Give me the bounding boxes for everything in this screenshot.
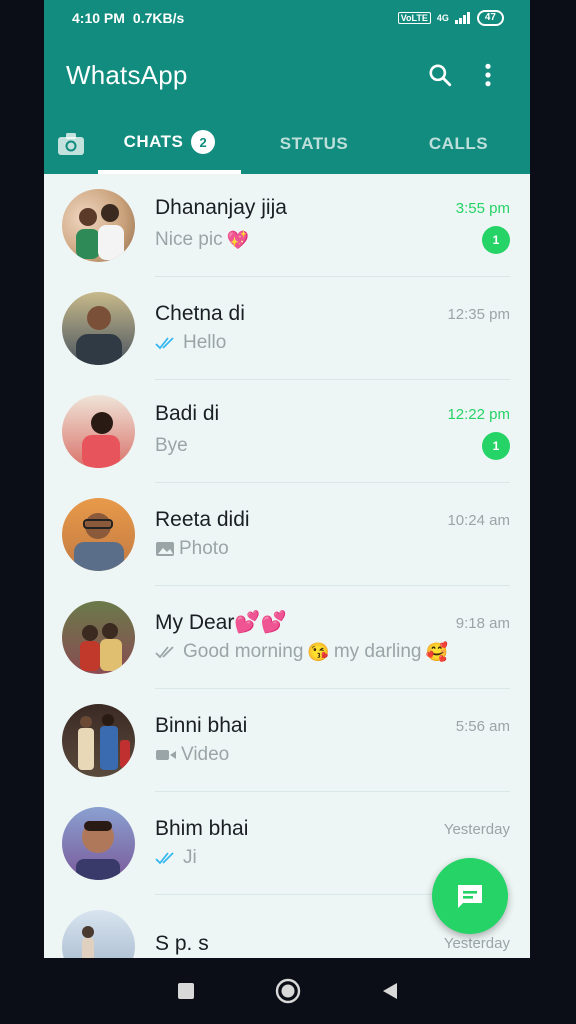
chat-name: My Dear💕💕 xyxy=(155,611,287,634)
chat-preview-text: Bye xyxy=(155,435,188,456)
chat-row[interactable]: Chetna di 12:35 pm Hello xyxy=(44,277,530,380)
avatar-photo-icon xyxy=(76,204,124,260)
avatar[interactable] xyxy=(62,704,135,777)
chats-count-badge: 2 xyxy=(191,130,216,154)
unread-badge: 1 xyxy=(482,226,510,254)
home-button[interactable] xyxy=(275,978,301,1004)
status-time: 4:10 PM xyxy=(72,10,125,26)
chat-preview-text-b: my darling xyxy=(333,641,422,662)
chat-time: 12:35 pm xyxy=(447,305,510,323)
chat-time: 5:56 am xyxy=(455,717,510,735)
avatar[interactable] xyxy=(62,189,135,262)
chat-preview: Video xyxy=(155,744,510,766)
recents-button[interactable] xyxy=(177,982,195,1000)
chat-preview: Nice pic 💖 xyxy=(155,229,482,251)
tab-chats-label: CHATS xyxy=(123,132,184,151)
chat-time: 3:55 pm xyxy=(455,199,510,217)
tab-camera[interactable] xyxy=(44,114,98,174)
whatsapp-screen: 4:10 PM 0.7KB/s VoLTE 4G 47 WhatsApp CHA… xyxy=(44,0,530,958)
tab-calls-label: CALLS xyxy=(428,134,489,153)
chat-preview-text: Nice pic xyxy=(155,229,223,250)
avatar[interactable] xyxy=(62,292,135,365)
chat-row[interactable]: My Dear💕💕 9:18 am Good morning 😘 my darli… xyxy=(44,586,530,689)
double-tick-read-icon xyxy=(155,337,174,350)
chat-time: 9:18 am xyxy=(455,614,510,632)
volte-icon: VoLTE xyxy=(397,12,431,24)
tab-status[interactable]: STATUS xyxy=(241,114,387,174)
chat-preview: Hello xyxy=(155,332,510,354)
more-options-icon[interactable] xyxy=(468,55,508,95)
avatar-photo-icon xyxy=(76,306,122,365)
chat-name: Dhananjay jija xyxy=(155,196,287,219)
hearts-face-emoji-icon: 🥰 xyxy=(425,641,448,662)
chat-name: Chetna di xyxy=(155,302,245,325)
double-tick-read-icon xyxy=(155,852,174,865)
tab-calls[interactable]: CALLS xyxy=(387,114,530,174)
avatar-photo-icon xyxy=(80,623,122,671)
chat-preview: Bye xyxy=(155,435,482,457)
chat-preview: Photo xyxy=(155,538,510,560)
chat-row[interactable]: Dhananjay jija 3:55 pm Nice pic 💖 1 xyxy=(44,174,530,277)
chat-time: 12:22 pm xyxy=(447,405,510,423)
chat-time: 10:24 am xyxy=(447,511,510,529)
network-type: 4G xyxy=(436,13,449,23)
chat-time: Yesterday xyxy=(443,820,510,838)
avatar-photo-icon xyxy=(74,513,124,571)
avatar-photo-icon xyxy=(82,926,94,958)
chat-preview-text: Ji xyxy=(183,847,197,868)
chat-name: Bhim bhai xyxy=(155,817,249,840)
tab-chats[interactable]: CHATS 2 xyxy=(98,114,241,174)
system-nav-bar xyxy=(0,958,576,1024)
avatar-photo-icon xyxy=(76,821,120,880)
chat-preview-text: Video xyxy=(181,744,230,765)
chat-row[interactable]: Binni bhai 5:56 am Video xyxy=(44,689,530,792)
camera-icon xyxy=(58,133,84,155)
unread-badge: 1 xyxy=(482,432,510,460)
chat-row[interactable]: Badi di 12:22 pm Bye 1 xyxy=(44,380,530,483)
search-icon[interactable] xyxy=(420,55,460,95)
app-title: WhatsApp xyxy=(66,59,188,90)
chat-preview: Good morning 😘 my darling 🥰 xyxy=(155,641,510,663)
chat-name: Binni bhai xyxy=(155,714,248,737)
status-bar: 4:10 PM 0.7KB/s VoLTE 4G 47 xyxy=(44,0,530,36)
avatar-photo-icon xyxy=(78,714,130,770)
chat-name: Reeta didi xyxy=(155,508,250,531)
chat-name: Badi di xyxy=(155,402,220,425)
chat-time: Yesterday xyxy=(443,935,510,952)
tab-bar: CHATS 2 STATUS CALLS xyxy=(44,114,530,174)
avatar[interactable] xyxy=(62,910,135,958)
chat-preview-text: Hello xyxy=(183,332,227,353)
chat-preview-text-a: Good morning xyxy=(183,641,304,662)
avatar[interactable] xyxy=(62,601,135,674)
app-bar: WhatsApp xyxy=(44,36,530,114)
tab-status-label: STATUS xyxy=(279,134,349,153)
signal-icon xyxy=(454,12,470,24)
avatar[interactable] xyxy=(62,807,135,880)
heart-emoji-icon: 💖 xyxy=(226,229,249,250)
avatar-photo-icon xyxy=(82,412,120,468)
back-button[interactable] xyxy=(381,981,399,1001)
chat-list: Dhananjay jija 3:55 pm Nice pic 💖 1 Chetn… xyxy=(44,174,530,958)
network-speed: 0.7KB/s xyxy=(132,10,185,26)
new-chat-button[interactable] xyxy=(432,858,508,934)
avatar[interactable] xyxy=(62,395,135,468)
message-icon xyxy=(458,885,482,908)
double-tick-icon xyxy=(155,646,174,659)
chat-preview-text: Photo xyxy=(179,538,229,559)
kiss-emoji-icon: 😘 xyxy=(307,641,330,662)
chat-name: S p. s xyxy=(155,931,209,955)
photo-icon xyxy=(156,542,174,556)
chat-row[interactable]: Reeta didi 10:24 am Photo xyxy=(44,483,530,586)
video-icon xyxy=(156,750,176,760)
avatar[interactable] xyxy=(62,498,135,571)
battery-icon: 47 xyxy=(476,10,504,26)
